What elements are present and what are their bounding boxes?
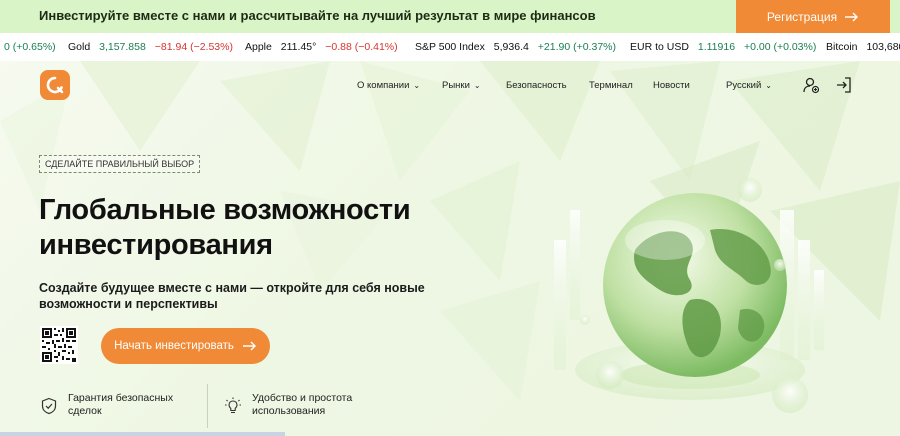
arrow-right-icon (845, 12, 859, 21)
ticker-name: Apple (245, 41, 272, 53)
ticker-name: Bitcoin (826, 41, 858, 53)
ticker-item[interactable]: Gold 3,157.858 −81.94 (−2.53%) (68, 41, 233, 53)
feature-divider (207, 384, 208, 428)
ticker-change: +21.90 (+0.37%) (537, 41, 616, 53)
nav-item-terminal[interactable]: Терминал (589, 80, 633, 91)
ticker-price: 3,157.858 (99, 41, 146, 53)
market-ticker: 0 (+0.65%) Gold 3,157.858 −81.94 (−2.53%… (0, 33, 900, 61)
feature-line: сделок (68, 405, 102, 417)
ticker-price: 211.45° (280, 41, 317, 53)
hero-title-line: Глобальные возможности (39, 194, 411, 226)
ticker-name: Gold (68, 41, 91, 53)
promo-banner: Инвестируйте вместе с нами и рассчитывай… (0, 0, 900, 33)
nav-item-about[interactable]: О компании ⌄ (357, 80, 420, 91)
nav-label: Новости (653, 80, 690, 91)
nav-item-security[interactable]: Безопасность (506, 80, 567, 91)
nav-label: О компании (357, 80, 410, 91)
hero-subtitle-line: Создайте будущее вместе с нами — откройт… (39, 281, 425, 295)
register-label: Регистрация (766, 9, 838, 24)
ticker-item[interactable]: 0 (+0.65%) (4, 41, 56, 53)
chevron-down-icon: ⌄ (413, 81, 421, 90)
feature-line: Удобство и простота (252, 392, 353, 404)
chevron-down-icon: ⌄ (765, 81, 772, 90)
ticker-change: −0.88 (−0.41%) (325, 41, 398, 53)
ticker-change: 0 (+0.65%) (4, 41, 56, 53)
ticker-name: S&P 500 Index (415, 41, 485, 53)
brand-logo[interactable] (40, 70, 70, 100)
scroll-indicator (0, 432, 285, 436)
hero-title-line: инвестирования (39, 229, 273, 261)
globe-illustration (554, 178, 824, 413)
hero-title: Глобальные возможности инвестирования (39, 193, 469, 263)
hero-tag: СДЕЛАЙТЕ ПРАВИЛЬНЫЙ ВЫБОР (39, 155, 201, 173)
nav-label: Безопасность (506, 80, 567, 91)
logo-mark-icon (46, 76, 64, 94)
ticker-change: −81.94 (−2.53%) (154, 41, 233, 53)
ticker-price: 103,680 (866, 41, 900, 53)
shield-check-icon (41, 397, 57, 415)
ticker-item[interactable]: S&P 500 Index 5,936.4 +21.90 (+0.37%) (415, 41, 616, 53)
nav-item-markets[interactable]: Рынки ⌄ (442, 80, 481, 91)
ticker-name: EUR to USD (630, 41, 689, 53)
cta-label: Начать инвестировать (114, 340, 234, 352)
ticker-price: 5,936.4 (493, 41, 529, 53)
nav-label: Терминал (589, 80, 633, 91)
language-selector[interactable]: Русский ⌄ (726, 80, 772, 91)
feature-safe-deals: Гарантия безопасных сделок (68, 392, 173, 418)
register-button[interactable]: Регистрация (736, 0, 890, 33)
ticker-price: 1.11916 (697, 41, 736, 53)
login-icon[interactable] (835, 76, 853, 94)
arrow-right-icon (242, 341, 256, 351)
language-label: Русский (726, 80, 762, 91)
ticker-item[interactable]: EUR to USD 1.11916 +0.00 (+0.03%) (630, 41, 816, 53)
feature-line: Гарантия безопасных (68, 392, 174, 404)
hero-subtitle: Создайте будущее вместе с нами — откройт… (39, 280, 429, 312)
nav-label: Рынки (442, 80, 470, 91)
ticker-item[interactable]: Bitcoin 103,680 (826, 41, 900, 53)
chevron-down-icon: ⌄ (473, 81, 481, 90)
promo-text: Инвестируйте вместе с нами и рассчитывай… (39, 8, 596, 23)
nav-item-news[interactable]: Новости (653, 80, 690, 91)
feature-line: использования (252, 405, 326, 417)
ticker-item[interactable]: Apple 211.45° −0.88 (−0.41%) (245, 41, 398, 53)
ticker-change: +0.00 (+0.03%) (743, 41, 817, 53)
user-add-icon[interactable] (802, 76, 820, 94)
lightbulb-icon (225, 397, 241, 414)
hero-subtitle-line: возможности и перспективы (39, 297, 218, 311)
feature-ease-of-use: Удобство и простота использования (252, 392, 352, 418)
hero-tag-text: СДЕЛАЙТЕ ПРАВИЛЬНЫЙ ВЫБОР (45, 159, 195, 169)
qr-code[interactable] (40, 326, 78, 364)
start-investing-button[interactable]: Начать инвестировать (101, 328, 270, 364)
